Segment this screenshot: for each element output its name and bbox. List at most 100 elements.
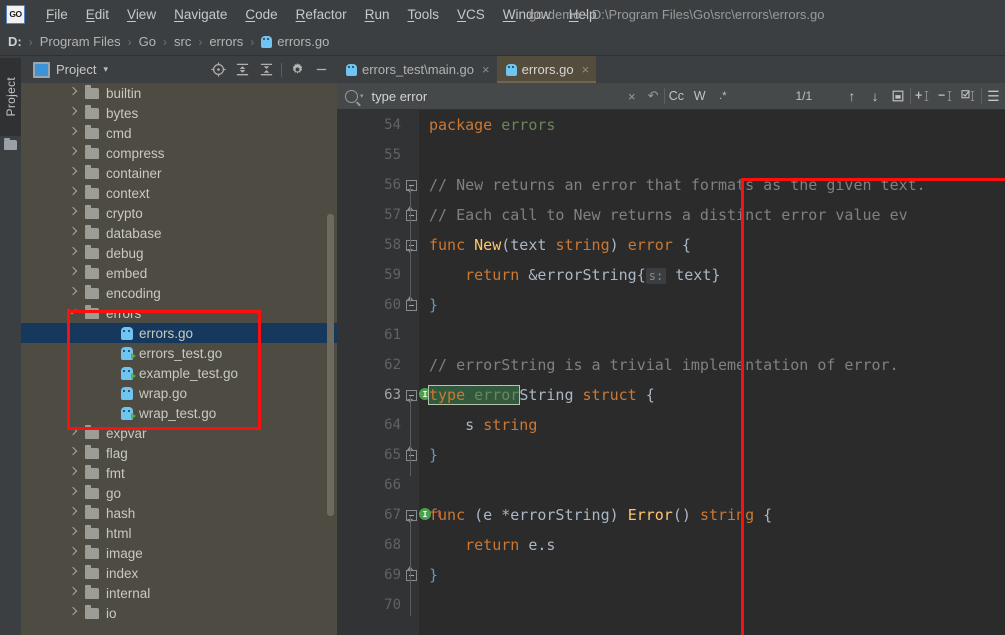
code-folding-gutter[interactable]: [405, 110, 419, 635]
find-options-icon[interactable]: ☰: [982, 83, 1005, 109]
regex-toggle[interactable]: .*: [711, 83, 734, 109]
chevron-right-icon[interactable]: [69, 568, 77, 576]
tree-item-errors[interactable]: errors: [21, 303, 337, 323]
tree-item-html[interactable]: html: [21, 523, 337, 543]
chevron-right-icon[interactable]: [69, 268, 77, 276]
fold-region-end-icon[interactable]: [406, 300, 417, 311]
words-toggle[interactable]: W: [688, 83, 711, 109]
tree-item-cmd[interactable]: cmd: [21, 123, 337, 143]
chevron-right-icon[interactable]: [69, 548, 77, 556]
line-number-gutter[interactable]: 54555657585960616263I↑64656667I↑686970: [337, 110, 405, 635]
chevron-right-icon[interactable]: [69, 468, 77, 476]
chevron-right-icon[interactable]: [69, 168, 77, 176]
search-history-chevron-icon[interactable]: ▾: [360, 92, 364, 100]
chevron-right-icon[interactable]: [69, 248, 77, 256]
tree-item-crypto[interactable]: crypto: [21, 203, 337, 223]
close-icon[interactable]: ×: [482, 62, 490, 77]
fold-region-end-icon[interactable]: [406, 570, 417, 581]
chevron-right-icon[interactable]: [69, 288, 77, 296]
menu-item-refactor[interactable]: Refactor: [287, 4, 356, 25]
chevron-right-icon[interactable]: [69, 188, 77, 196]
chevron-right-icon[interactable]: [69, 588, 77, 596]
add-selection-icon[interactable]: [911, 83, 934, 109]
tree-item-database[interactable]: database: [21, 223, 337, 243]
expand-all-icon[interactable]: [230, 58, 254, 82]
remove-selection-icon[interactable]: [934, 83, 957, 109]
menu-item-vcs[interactable]: VCS: [448, 4, 494, 25]
chevron-right-icon[interactable]: [69, 488, 77, 496]
menu-item-tools[interactable]: Tools: [398, 4, 448, 25]
tree-item-debug[interactable]: debug: [21, 243, 337, 263]
breadcrumb-item-src[interactable]: src: [174, 34, 191, 49]
tool-window-button-project[interactable]: Project: [0, 58, 21, 136]
fold-region-start-icon[interactable]: [406, 180, 417, 191]
find-next-icon[interactable]: ↓: [864, 83, 887, 109]
fold-region-end-icon[interactable]: [406, 210, 417, 221]
menu-item-edit[interactable]: Edit: [77, 4, 118, 25]
select-all-icon[interactable]: [887, 83, 910, 109]
tree-item-flag[interactable]: flag: [21, 443, 337, 463]
match-case-toggle[interactable]: Cc: [665, 83, 688, 109]
tree-item-expvar[interactable]: expvar: [21, 423, 337, 443]
tree-item-encoding[interactable]: encoding: [21, 283, 337, 303]
chevron-right-icon[interactable]: [69, 448, 77, 456]
breadcrumb-item-errors[interactable]: errors: [209, 34, 243, 49]
menu-item-navigate[interactable]: Navigate: [165, 4, 236, 25]
tree-item-wrap-go[interactable]: wrap.go: [21, 383, 337, 403]
locate-icon[interactable]: [206, 58, 230, 82]
tree-item-builtin[interactable]: builtin: [21, 83, 337, 103]
menu-item-view[interactable]: View: [118, 4, 165, 25]
select-all-occurrences-icon[interactable]: [958, 83, 981, 109]
menu-item-code[interactable]: Code: [236, 4, 286, 25]
code-viewport[interactable]: 54555657585960616263I↑64656667I↑686970 p…: [337, 110, 1005, 635]
collapse-all-icon[interactable]: [254, 58, 278, 82]
editor-tab-errors-test-main-go[interactable]: errors_test\main.go×: [337, 56, 497, 83]
tree-item-fmt[interactable]: fmt: [21, 463, 337, 483]
tree-item-go[interactable]: go: [21, 483, 337, 503]
fold-region-start-icon[interactable]: [406, 390, 417, 401]
search-reset-icon[interactable]: ↶: [642, 83, 663, 109]
tree-item-image[interactable]: image: [21, 543, 337, 563]
fold-region-start-icon[interactable]: [406, 510, 417, 521]
tree-item-container[interactable]: container: [21, 163, 337, 183]
chevron-right-icon[interactable]: [69, 428, 77, 436]
breadcrumb-item-program-files[interactable]: Program Files: [40, 34, 121, 49]
tree-item-errors-go[interactable]: errors.go: [21, 323, 337, 343]
chevron-right-icon[interactable]: [69, 148, 77, 156]
tree-item-context[interactable]: context: [21, 183, 337, 203]
settings-gear-icon[interactable]: [285, 58, 309, 82]
menu-item-file[interactable]: File: [37, 4, 77, 25]
chevron-right-icon[interactable]: [69, 128, 77, 136]
close-icon[interactable]: ×: [582, 62, 590, 77]
chevron-right-icon[interactable]: [69, 108, 77, 116]
project-tree[interactable]: builtinbytescmdcompresscontainercontextc…: [21, 83, 337, 635]
breadcrumb-item-errors-go[interactable]: errors.go: [261, 34, 329, 49]
project-tree-scrollbar[interactable]: [327, 214, 334, 516]
breadcrumb-item-d-[interactable]: D:: [8, 34, 22, 49]
editor-tab-errors-go[interactable]: errors.go×: [497, 56, 597, 83]
search-input[interactable]: ▾ type error: [337, 83, 621, 109]
hide-panel-icon[interactable]: [309, 58, 333, 82]
chevron-right-icon[interactable]: [69, 608, 77, 616]
chevron-right-icon[interactable]: [69, 528, 77, 536]
code-text[interactable]: package errors// New returns an error th…: [419, 110, 1005, 635]
tree-item-internal[interactable]: internal: [21, 583, 337, 603]
tree-item-io[interactable]: io: [21, 603, 337, 623]
chevron-right-icon[interactable]: [69, 88, 77, 96]
find-previous-icon[interactable]: ↑: [840, 83, 863, 109]
chevron-right-icon[interactable]: [69, 508, 77, 516]
breadcrumb-item-go[interactable]: Go: [139, 34, 156, 49]
tree-item-index[interactable]: index: [21, 563, 337, 583]
tree-item-bytes[interactable]: bytes: [21, 103, 337, 123]
search-clear-icon[interactable]: ×: [621, 83, 642, 109]
tree-item-embed[interactable]: embed: [21, 263, 337, 283]
chevron-right-icon[interactable]: [69, 228, 77, 236]
tree-item-wrap-test-go[interactable]: wrap_test.go: [21, 403, 337, 423]
menu-item-run[interactable]: Run: [356, 4, 399, 25]
tree-item-compress[interactable]: compress: [21, 143, 337, 163]
tree-item-errors-test-go[interactable]: errors_test.go: [21, 343, 337, 363]
fold-region-end-icon[interactable]: [406, 450, 417, 461]
chevron-right-icon[interactable]: [69, 208, 77, 216]
tree-item-hash[interactable]: hash: [21, 503, 337, 523]
project-view-chevron-down-icon[interactable]: ▾: [103, 64, 108, 75]
